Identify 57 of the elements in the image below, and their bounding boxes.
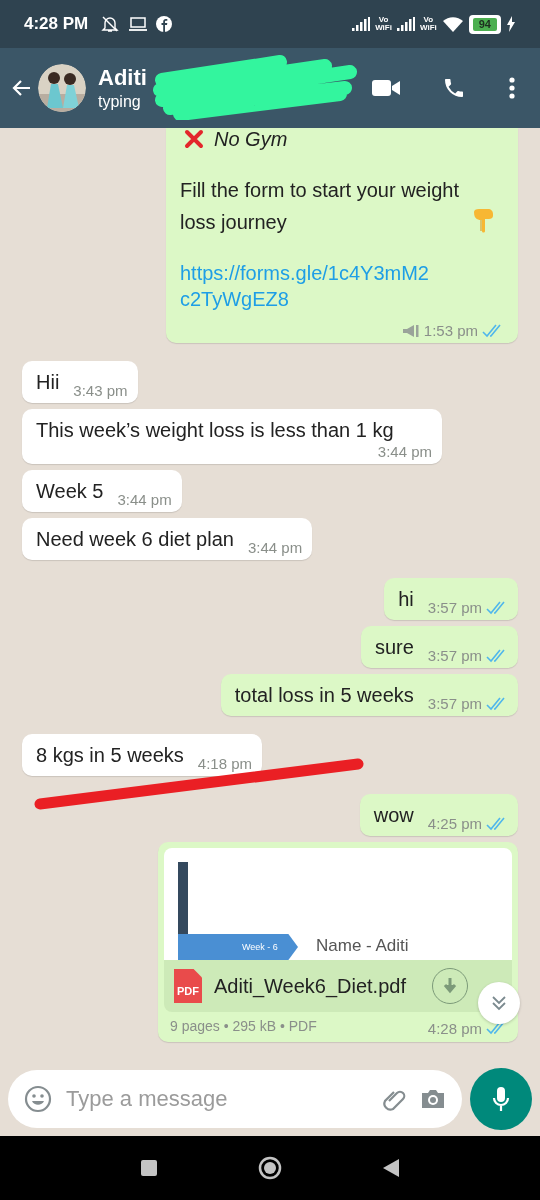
- message-time: 1:53 pm: [423, 322, 478, 339]
- preview-title: Name - Aditi: [316, 936, 409, 956]
- message-text: Need week 6 diet plan: [36, 527, 234, 552]
- signal-icon: [396, 17, 415, 31]
- network-label: WiFi: [375, 24, 392, 32]
- message-text: Hii: [36, 370, 60, 395]
- clock-time: 4:28 PM: [24, 14, 89, 34]
- home-icon[interactable]: [258, 1156, 282, 1180]
- contact-name: Aditi: [98, 64, 147, 92]
- charging-icon: [506, 16, 516, 32]
- message-time: 4:25 pm: [427, 815, 482, 832]
- message-text: sure: [374, 635, 414, 660]
- file-type-icon: PDF: [174, 969, 202, 1003]
- network-label: WiFi: [419, 24, 437, 32]
- app-notification-icon: [156, 16, 173, 32]
- laptop-icon: [128, 16, 149, 32]
- camera-icon[interactable]: [420, 1088, 446, 1110]
- network-label: Vo: [378, 16, 389, 24]
- message-time: 3:57 pm: [427, 599, 482, 616]
- back-icon[interactable]: [383, 1159, 400, 1177]
- emoji-icon[interactable]: [24, 1085, 52, 1113]
- double-chevron-icon: [490, 994, 508, 1012]
- message-text: Week 5: [36, 479, 104, 504]
- recent-apps-icon[interactable]: [140, 1160, 157, 1176]
- download-icon: [443, 977, 457, 995]
- more-options-icon[interactable]: [508, 76, 516, 100]
- message-time: 3:44 pm: [247, 539, 303, 556]
- wifi-icon: [441, 16, 464, 32]
- phone-call-icon[interactable]: [442, 76, 466, 100]
- message-text: hi: [398, 587, 414, 612]
- message-time: 4:18 pm: [197, 755, 253, 772]
- message-text: wow: [373, 803, 414, 828]
- signal-icon: [352, 17, 371, 31]
- message-time: 3:44 pm: [117, 491, 172, 508]
- preview-bar: [178, 862, 188, 934]
- message-text: 8 kgs in 5 weeks: [36, 743, 184, 768]
- preview-tag: Week - 6: [178, 934, 298, 960]
- message-input-field[interactable]: Type a message: [8, 1070, 462, 1128]
- message-time: 4:28 pm: [427, 1019, 482, 1037]
- battery-icon: 94: [468, 14, 501, 34]
- message-text: This week’s weight loss is less than 1 kg: [36, 418, 394, 443]
- file-name: Aditi_Week6_Diet.pdf: [214, 974, 406, 998]
- message-text: No Gym: [214, 128, 288, 150]
- typing-status: typing: [98, 92, 142, 112]
- muted-bell-icon: [100, 14, 121, 34]
- video-call-icon[interactable]: [372, 78, 400, 98]
- message-text: total loss in 5 weeks: [234, 683, 414, 708]
- message-time: 3:44 pm: [377, 443, 432, 460]
- message-time: 3:43 pm: [73, 382, 128, 399]
- link[interactable]: https://forms.gle/1c4Y3mM2c2TyWgEZ8: [180, 260, 430, 312]
- cross-icon: [184, 129, 204, 149]
- network-label: Vo: [423, 16, 434, 24]
- file-details: 9 pages • 295 kB • PDF: [170, 1018, 317, 1034]
- microphone-icon: [491, 1085, 511, 1113]
- message-time: 3:57 pm: [427, 647, 482, 664]
- message-text: Fill the form to start your weight loss journey: [180, 178, 460, 235]
- message-time: 3:57 pm: [427, 695, 482, 712]
